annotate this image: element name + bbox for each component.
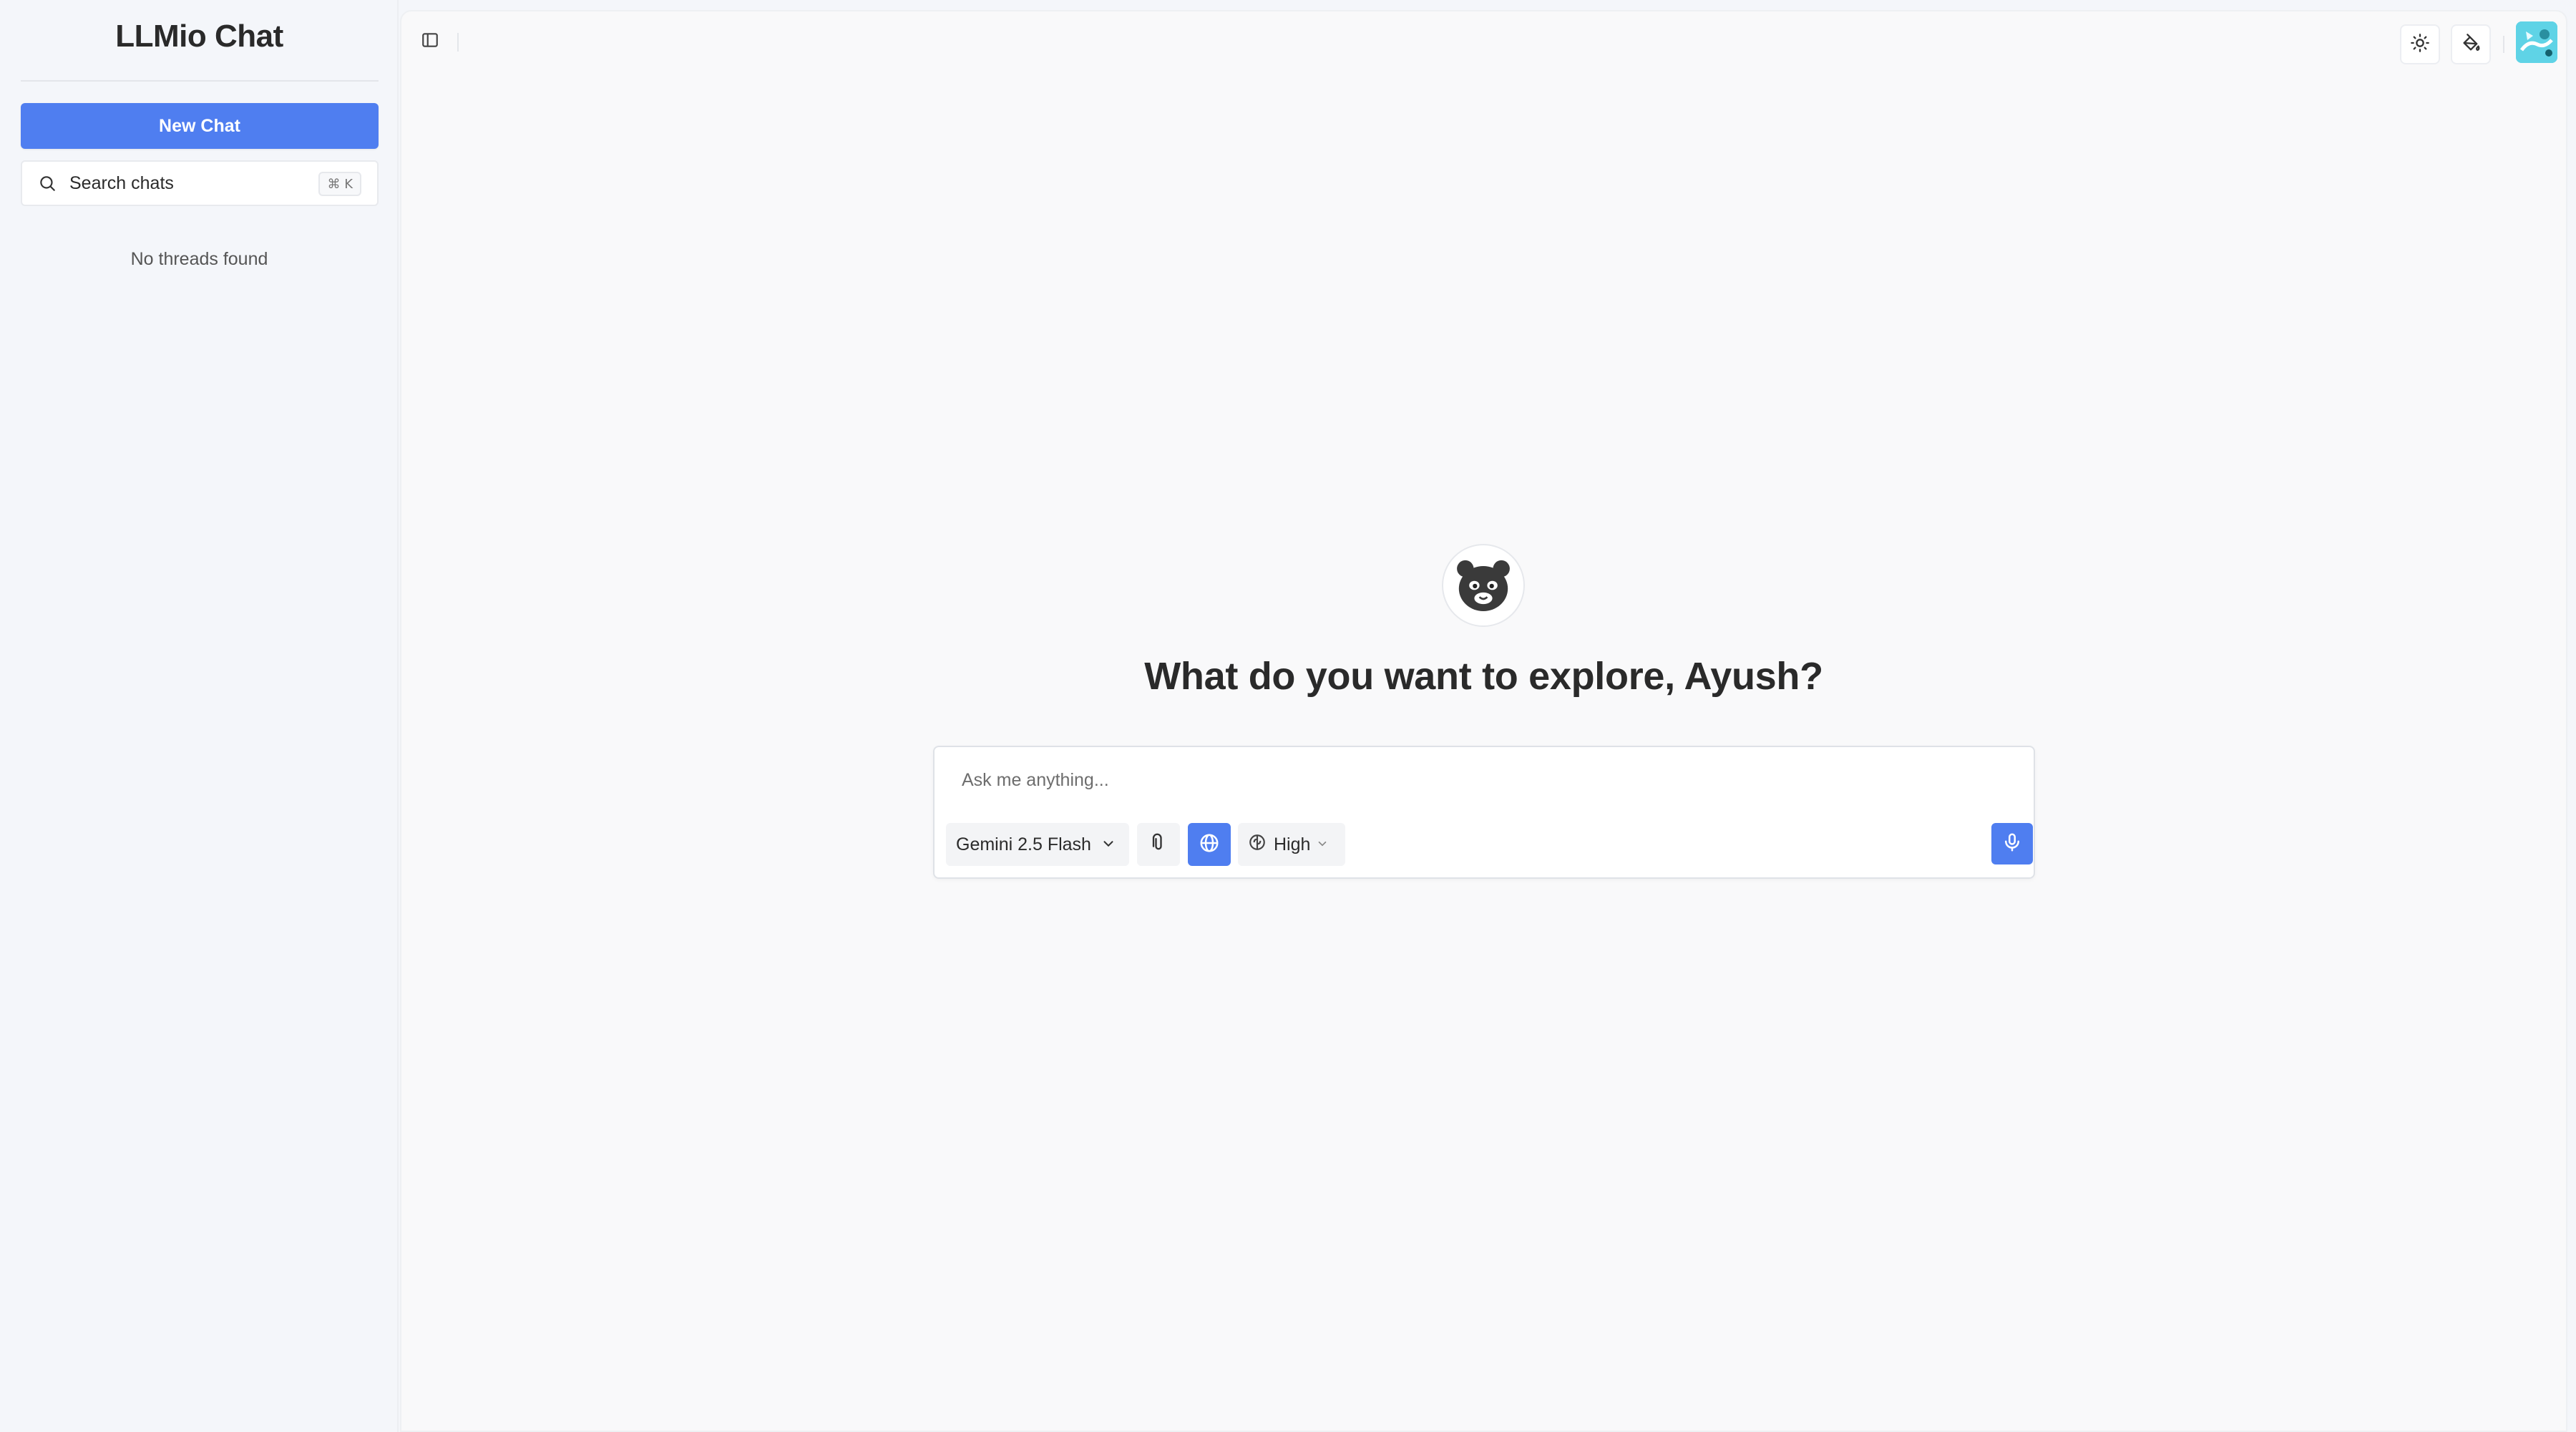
search-icon <box>38 173 58 193</box>
user-avatar[interactable] <box>2516 21 2557 63</box>
toolbar-separator <box>457 33 459 52</box>
model-selector-label: Gemini 2.5 Flash <box>956 834 1091 854</box>
chevron-down-icon <box>1316 834 1329 855</box>
main-panel: What do you want to explore, Ayush? Gemi… <box>400 10 2567 1432</box>
new-chat-button[interactable]: New Chat <box>21 103 379 149</box>
sidebar-toggle-button[interactable] <box>416 27 444 56</box>
empty-threads-message: No threads found <box>130 249 268 269</box>
reasoning-effort-selector[interactable]: High <box>1238 823 1345 866</box>
paint-bucket-icon <box>2461 33 2481 57</box>
chevron-down-icon <box>1101 836 1116 857</box>
panda-mascot-logo <box>1442 544 1525 627</box>
toolbar-separator <box>2503 36 2504 53</box>
brain-icon <box>1248 833 1267 857</box>
reasoning-effort-label: High <box>1274 834 1311 854</box>
microphone-icon <box>2001 832 2023 857</box>
chat-composer: Gemini 2.5 Flash <box>933 746 2035 879</box>
web-search-toggle[interactable] <box>1188 823 1231 866</box>
sidebar: LLMio Chat New Chat Search chats ⌘ K No … <box>0 0 399 1432</box>
sidebar-divider <box>21 80 379 82</box>
app-title: LLMio Chat <box>115 19 283 54</box>
search-shortcut-badge: ⌘ K <box>318 172 361 196</box>
sun-icon <box>2410 33 2430 57</box>
theme-toggle-button[interactable] <box>2400 24 2440 64</box>
search-chats-button[interactable]: Search chats ⌘ K <box>21 160 379 206</box>
prompt-input[interactable] <box>960 761 1893 799</box>
model-selector[interactable]: Gemini 2.5 Flash <box>946 823 1129 866</box>
attach-file-button[interactable] <box>1137 823 1180 866</box>
paperclip-icon <box>1148 833 1169 857</box>
customize-theme-button[interactable] <box>2451 24 2491 64</box>
sidebar-toggle-icon <box>421 31 439 53</box>
greeting-heading: What do you want to explore, Ayush? <box>1144 655 1823 698</box>
search-chats-label: Search chats <box>69 172 174 193</box>
voice-input-button[interactable] <box>1991 823 2033 864</box>
globe-icon <box>1199 832 1220 857</box>
